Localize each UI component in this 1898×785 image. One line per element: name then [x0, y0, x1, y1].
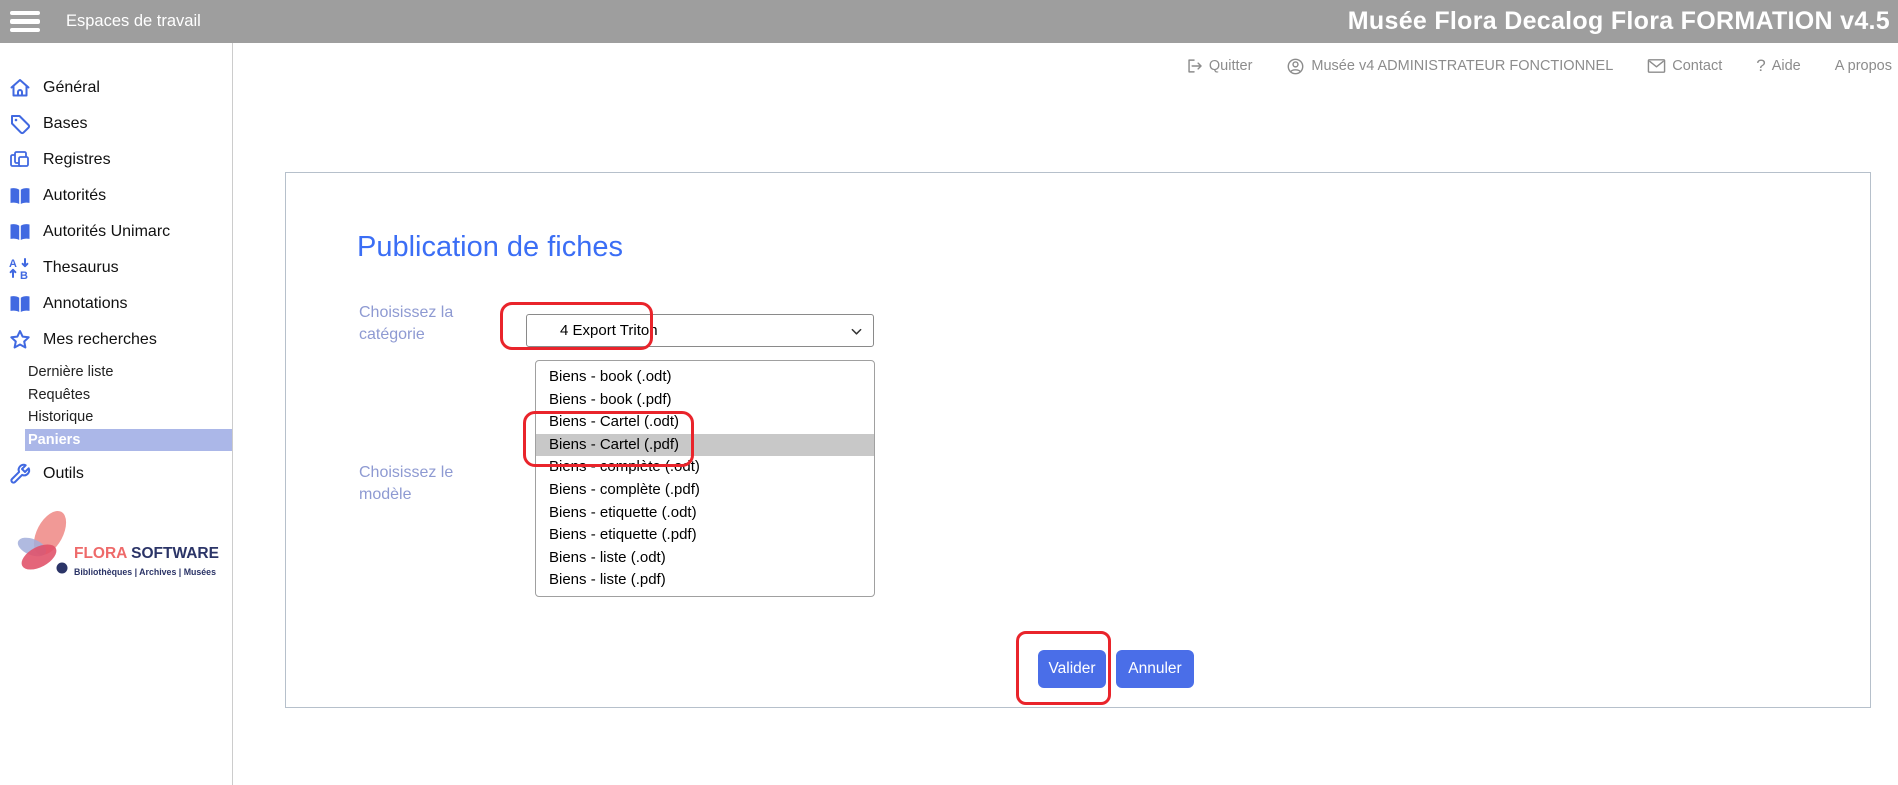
- sidebar-item-outils[interactable]: Outils: [0, 456, 232, 492]
- listbox-option-selected[interactable]: Biens - Cartel (.pdf): [536, 434, 874, 457]
- model-label: Choisissez le modèle: [359, 462, 477, 506]
- app-title: Musée Flora Decalog Flora FORMATION v4.5: [1348, 7, 1890, 36]
- category-label: Choisissez la catégorie: [359, 302, 477, 346]
- wrench-icon: [8, 462, 32, 486]
- flora-flower-icon: [15, 506, 73, 575]
- sidebar-subitem-historique[interactable]: Historique: [25, 406, 232, 429]
- category-select-value: 4 Export Triton: [560, 322, 658, 339]
- flora-software-logo: FLORA SOFTWARE Bibliothèques | Archives …: [12, 503, 227, 593]
- model-listbox[interactable]: Biens - book (.odt) Biens - book (.pdf) …: [535, 360, 875, 597]
- question-icon: ?: [1756, 56, 1765, 76]
- page-title: Publication de fiches: [357, 231, 623, 264]
- sidebar-subitem-requetes[interactable]: Requêtes: [25, 384, 232, 407]
- sidebar-item-autorites-unimarc[interactable]: Autorités Unimarc: [0, 214, 232, 250]
- workspace-label: Espaces de travail: [66, 12, 201, 31]
- listbox-option[interactable]: Biens - liste (.pdf): [536, 569, 874, 592]
- user-menu[interactable]: Musée v4 ADMINISTRATEUR FONCTIONNEL: [1286, 57, 1613, 76]
- listbox-option[interactable]: Biens - complète (.pdf): [536, 479, 874, 502]
- book-icon: [8, 184, 32, 208]
- sidebar-item-bases[interactable]: Bases: [0, 106, 232, 142]
- mes-recherches-sublist: Dernière liste Requêtes Historique Panie…: [0, 361, 232, 451]
- quit-link[interactable]: Quitter: [1185, 57, 1253, 75]
- listbox-option[interactable]: Biens - Cartel (.odt): [536, 411, 874, 434]
- sidebar-item-general[interactable]: Général: [0, 70, 232, 106]
- listbox-option[interactable]: Biens - book (.pdf): [536, 389, 874, 412]
- book-icon: [8, 220, 32, 244]
- svg-text:A: A: [9, 258, 17, 270]
- cancel-button[interactable]: Annuler: [1116, 650, 1194, 688]
- registers-icon: [8, 148, 32, 172]
- content-panel: Publication de fiches Choisissez la caté…: [285, 172, 1871, 708]
- logo-tagline: Bibliothèques | Archives | Musées: [74, 567, 216, 577]
- about-link[interactable]: A propos: [1835, 58, 1892, 74]
- help-link[interactable]: ? Aide: [1756, 56, 1801, 76]
- listbox-option[interactable]: Biens - etiquette (.pdf): [536, 524, 874, 547]
- sidebar-item-mes-recherches[interactable]: Mes recherches: [0, 322, 232, 358]
- listbox-option[interactable]: Biens - etiquette (.odt): [536, 502, 874, 525]
- listbox-option[interactable]: Biens - complète (.odt): [536, 456, 874, 479]
- sidebar-item-autorites[interactable]: Autorités: [0, 178, 232, 214]
- menu-icon[interactable]: [10, 11, 40, 33]
- sidebar-subitem-derniere-liste[interactable]: Dernière liste: [25, 361, 232, 384]
- listbox-option[interactable]: Biens - book (.odt): [536, 366, 874, 389]
- chevron-down-icon: [850, 325, 863, 338]
- thesaurus-sort-icon: AB: [8, 256, 32, 280]
- sidebar-item-registres[interactable]: Registres: [0, 142, 232, 178]
- logout-icon: [1185, 57, 1203, 75]
- book-icon: [8, 292, 32, 316]
- validate-button[interactable]: Valider: [1038, 650, 1106, 688]
- contact-link[interactable]: Contact: [1647, 58, 1722, 74]
- home-icon: [8, 76, 32, 100]
- sidebar-subitem-paniers[interactable]: Paniers: [25, 429, 232, 452]
- mail-icon: [1647, 58, 1666, 74]
- star-icon: [8, 328, 32, 352]
- svg-text:B: B: [20, 270, 28, 280]
- sidebar: Général Bases Registres Autorités Autori…: [0, 43, 233, 785]
- sidebar-item-thesaurus[interactable]: AB Thesaurus: [0, 250, 232, 286]
- listbox-option[interactable]: Biens - liste (.odt): [536, 547, 874, 570]
- category-select[interactable]: 4 Export Triton: [526, 314, 874, 347]
- sidebar-item-annotations[interactable]: Annotations: [0, 286, 232, 322]
- topbar: Espaces de travail Musée Flora Decalog F…: [0, 0, 1898, 43]
- tag-icon: [8, 112, 32, 136]
- user-icon: [1286, 57, 1305, 76]
- utility-bar: Quitter Musée v4 ADMINISTRATEUR FONCTION…: [234, 43, 1898, 89]
- svg-text:FLORA SOFTWARE: FLORA SOFTWARE: [74, 545, 219, 562]
